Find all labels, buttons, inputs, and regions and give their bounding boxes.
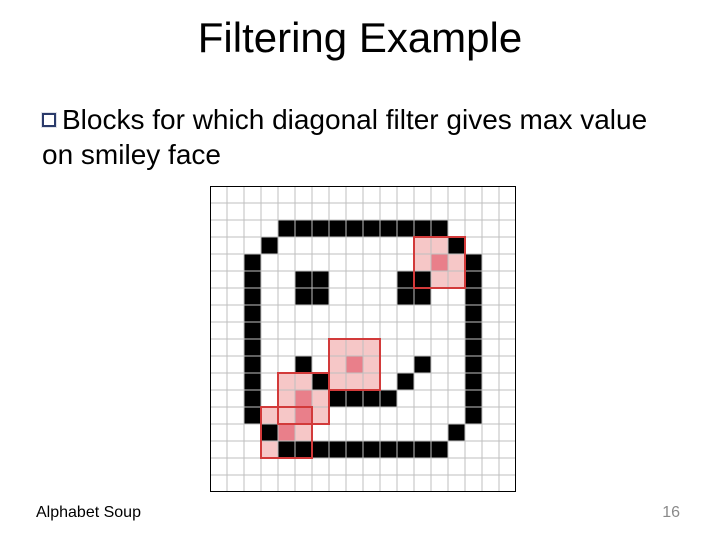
slide-title: Filtering Example xyxy=(0,14,720,62)
bullet-text: Blocks for which diagonal filter gives m… xyxy=(42,104,647,170)
smiley-grid-figure xyxy=(210,186,516,492)
bullet-item: Blocks for which diagonal filter gives m… xyxy=(42,102,672,172)
page-number: 16 xyxy=(662,504,680,522)
bullet-square-icon xyxy=(42,113,56,127)
slide: Filtering Example Blocks for which diago… xyxy=(0,0,720,540)
footer-label: Alphabet Soup xyxy=(36,504,141,522)
